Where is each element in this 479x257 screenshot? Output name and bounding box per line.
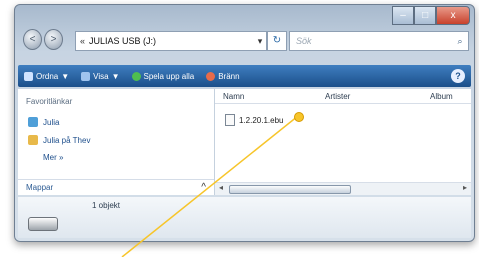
toolbar-play-all-label: Spela upp alla [143, 71, 195, 81]
address-path[interactable]: JULIAS USB (J:) [89, 36, 254, 46]
scroll-thumb[interactable] [229, 185, 351, 194]
column-headers: Namn Artister Album [215, 89, 471, 104]
nav-item-label: Julia på Thev [43, 135, 91, 145]
burn-icon [206, 71, 216, 81]
minimize-button[interactable]: – [392, 6, 415, 25]
view-icon [81, 71, 91, 81]
column-name[interactable]: Namn [223, 92, 244, 101]
toolbar-burn-label: Bränn [218, 71, 240, 81]
nav-item-label: Julia [43, 117, 60, 127]
folders-label: Mappar [26, 183, 54, 192]
scroll-right-icon[interactable]: ▸ [463, 183, 467, 192]
nav-item-julia-thev[interactable]: Julia på Thev [28, 135, 90, 145]
refresh-icon[interactable]: ↻ [267, 31, 287, 51]
favorites-header: Favoritlänkar [26, 97, 73, 106]
file-name: 1.2.20.1.ebu [239, 115, 284, 125]
chevron-down-icon: ▼ [61, 71, 70, 81]
back-button[interactable]: < [23, 29, 42, 50]
organize-icon [24, 71, 33, 81]
close-button[interactable]: x [436, 6, 470, 25]
help-icon[interactable]: ? [451, 69, 465, 83]
window-controls: – □ x [392, 6, 470, 25]
nav-item-label: Mer » [43, 153, 64, 162]
file-list: Namn Artister Album 1.2.20.1.ebu ◂ ▸ [215, 89, 471, 195]
nav-item-more[interactable]: Mer » [43, 153, 63, 162]
address-bar[interactable]: « JULIAS USB (J:) ▾ [75, 31, 267, 51]
details-pane: 1 objekt [18, 197, 471, 238]
file-icon [225, 114, 235, 126]
usb-drive-icon [28, 217, 58, 231]
folder-icon [28, 135, 38, 145]
pointer-dot [294, 112, 304, 122]
play-icon [131, 71, 141, 81]
chevron-up-icon[interactable]: ^ [201, 182, 206, 193]
toolbar-view-label: Visa [93, 71, 109, 81]
address-chevron[interactable]: « [76, 36, 89, 46]
scroll-left-icon[interactable]: ◂ [219, 183, 223, 192]
search-input[interactable]: Sök [290, 36, 452, 46]
address-dropdown-icon[interactable]: ▾ [254, 36, 266, 47]
toolbar-organize[interactable]: Ordna ▼ [18, 65, 75, 87]
folders-toggle[interactable]: Mappar ^ [18, 179, 214, 195]
nav-buttons: < > [23, 29, 63, 51]
maximize-button[interactable]: □ [414, 6, 437, 25]
toolbar-view[interactable]: Visa ▼ [75, 65, 125, 87]
chevron-down-icon: ▼ [111, 71, 120, 81]
toolbar-burn[interactable]: Bränn [200, 65, 245, 87]
command-toolbar: Ordna ▼ Visa ▼ Spela upp alla Bränn ? [18, 65, 471, 87]
explorer-window: – □ x < > « JULIAS USB (J:) ▾ ↻ Sök ⌕ Or… [14, 4, 475, 242]
horizontal-scrollbar[interactable]: ◂ ▸ [215, 182, 471, 195]
file-item[interactable]: 1.2.20.1.ebu [225, 114, 283, 126]
toolbar-play-all[interactable]: Spela upp alla [126, 65, 201, 87]
search-box[interactable]: Sök ⌕ [289, 31, 469, 51]
column-artists[interactable]: Artister [325, 92, 350, 101]
search-icon[interactable]: ⌕ [452, 36, 468, 47]
document-icon [28, 117, 38, 127]
nav-item-julia[interactable]: Julia [28, 117, 59, 127]
column-album[interactable]: Album [430, 92, 453, 101]
forward-button[interactable]: > [44, 29, 63, 50]
item-count: 1 objekt [92, 201, 121, 210]
title-bar: – □ x < > « JULIAS USB (J:) ▾ ↻ Sök ⌕ [15, 5, 474, 53]
toolbar-organize-label: Ordna [36, 71, 59, 81]
